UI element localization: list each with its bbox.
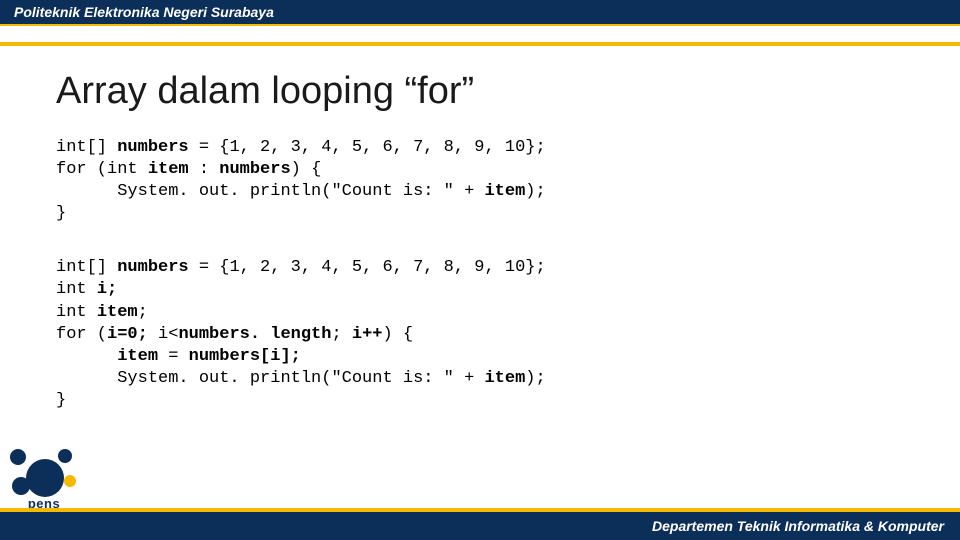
header-bar: Politeknik Elektronika Negeri Surabaya <box>0 0 960 26</box>
slide-title: Array dalam looping “for” <box>56 70 904 113</box>
code-bold: i; <box>97 280 117 299</box>
header-institution: Politeknik Elektronika Negeri Surabaya <box>14 4 274 20</box>
code-bold: item <box>484 369 525 388</box>
code-text: ); <box>525 369 545 388</box>
slide: Politeknik Elektronika Negeri Surabaya A… <box>0 0 960 540</box>
code-text: = <box>158 347 189 366</box>
code-bold: i++ <box>352 325 383 344</box>
code-text: for ( <box>56 325 107 344</box>
code-text: System. out. println("Count is: " + <box>56 369 484 388</box>
footer-department: Departemen Teknik Informatika & Komputer <box>652 518 944 534</box>
code-bold: numbers. length <box>178 325 331 344</box>
code-text: for (int <box>56 160 148 179</box>
code-text: ); <box>525 182 545 201</box>
code-text: ) { <box>291 160 322 179</box>
content-area: Array dalam looping “for” int[] numbers … <box>0 46 960 412</box>
code-bold: item <box>117 347 158 366</box>
code-text <box>56 347 117 366</box>
code-text: int[] <box>56 258 117 277</box>
footer-zone: Departemen Teknik Informatika & Komputer <box>0 508 960 540</box>
code-text: ) { <box>382 325 413 344</box>
institution-logo: pens <box>10 449 78 510</box>
code-bold: numbers <box>219 160 290 179</box>
code-text: int[] <box>56 138 117 157</box>
code-bold: numbers[i]; <box>189 347 301 366</box>
footer-bar: Departemen Teknik Informatika & Komputer <box>0 512 960 540</box>
code-text: ; <box>138 303 148 322</box>
code-text: = {1, 2, 3, 4, 5, 6, 7, 8, 9, 10}; <box>189 138 546 157</box>
code-bold: item <box>484 182 525 201</box>
code-bold: item <box>97 303 138 322</box>
code-bold: item <box>148 160 189 179</box>
code-bold: numbers <box>117 258 188 277</box>
code-text: int <box>56 303 97 322</box>
code-block-1: int[] numbers = {1, 2, 3, 4, 5, 6, 7, 8,… <box>56 137 904 225</box>
code-text: ; <box>331 325 351 344</box>
code-bold: i=0; <box>107 325 148 344</box>
code-text: System. out. println("Count is: " + <box>56 182 484 201</box>
code-text: : <box>189 160 220 179</box>
logo-mark-icon <box>10 449 78 495</box>
code-block-2: int[] numbers = {1, 2, 3, 4, 5, 6, 7, 8,… <box>56 257 904 412</box>
code-text: int <box>56 280 97 299</box>
code-text: } <box>56 391 66 410</box>
code-bold: numbers <box>117 138 188 157</box>
code-text: } <box>56 204 66 223</box>
code-text: = {1, 2, 3, 4, 5, 6, 7, 8, 9, 10}; <box>189 258 546 277</box>
code-text: i< <box>148 325 179 344</box>
